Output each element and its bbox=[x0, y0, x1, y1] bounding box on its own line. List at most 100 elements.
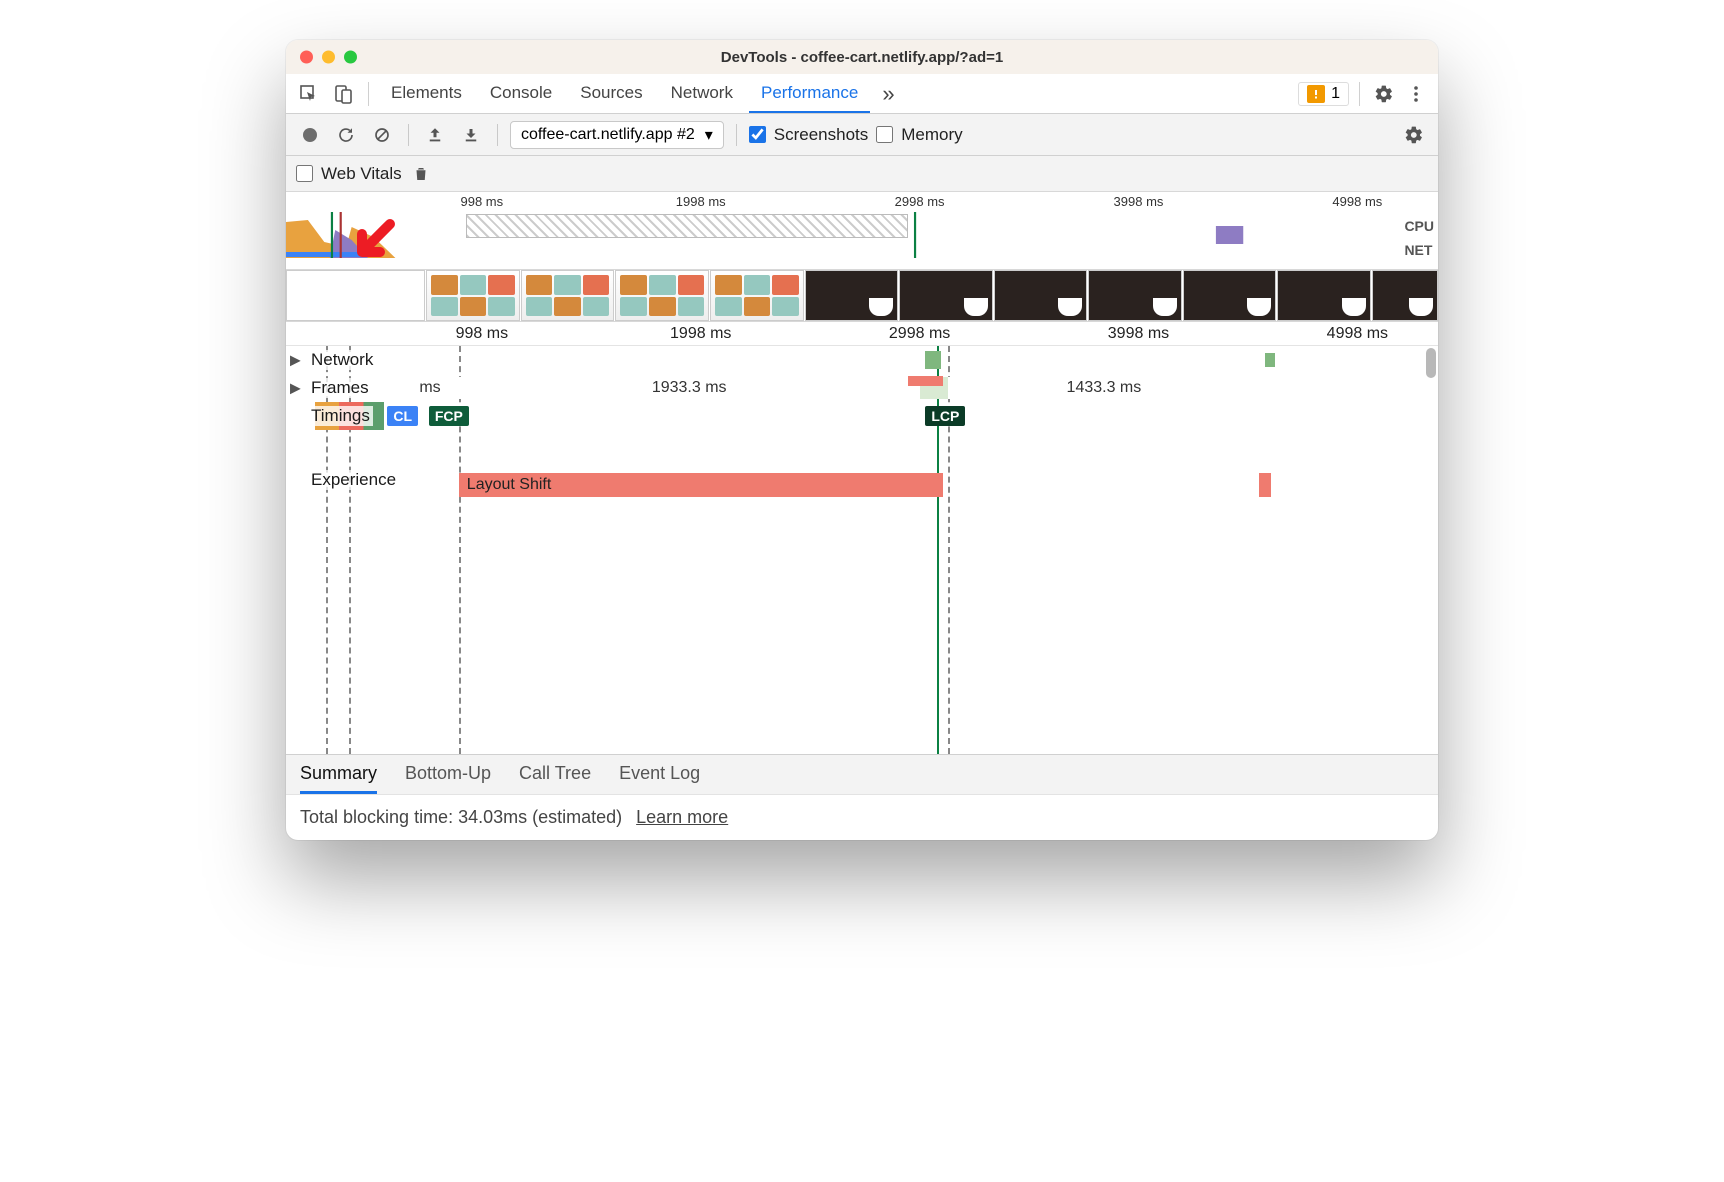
layout-shift-bar[interactable] bbox=[908, 376, 943, 386]
filmstrip-frame[interactable] bbox=[615, 270, 709, 321]
tab-network[interactable]: Network bbox=[659, 74, 745, 113]
clear-icon[interactable] bbox=[368, 121, 396, 149]
disclosure-triangle-icon[interactable]: ▶ bbox=[290, 352, 301, 369]
upload-icon[interactable] bbox=[421, 121, 449, 149]
filmstrip-frame[interactable] bbox=[1183, 270, 1277, 321]
filmstrip-frame[interactable] bbox=[994, 270, 1088, 321]
badge-cls[interactable]: CL bbox=[387, 406, 418, 426]
tab-performance[interactable]: Performance bbox=[749, 74, 870, 113]
issues-icon bbox=[1307, 85, 1325, 103]
filmstrip-frame[interactable] bbox=[426, 270, 520, 321]
dtab-event-log[interactable]: Event Log bbox=[619, 755, 700, 794]
learn-more-link[interactable]: Learn more bbox=[636, 807, 728, 828]
network-request-bar[interactable] bbox=[925, 351, 941, 369]
kebab-menu-icon[interactable] bbox=[1402, 80, 1430, 108]
annotation-arrow-icon bbox=[350, 216, 398, 264]
divider bbox=[408, 124, 409, 146]
issues-counter[interactable]: 1 bbox=[1298, 82, 1349, 106]
summary-content: Total blocking time: 34.03ms (estimated)… bbox=[286, 794, 1438, 840]
checkbox-screenshots[interactable]: Screenshots bbox=[749, 125, 869, 145]
ruler-tick: 2998 ms bbox=[889, 325, 950, 343]
disclosure-triangle-icon[interactable]: ▶ bbox=[290, 380, 301, 397]
device-toggle-icon[interactable] bbox=[328, 79, 358, 109]
performance-toolbar: coffee-cart.netlify.app #2 ▾ Screenshots… bbox=[286, 114, 1438, 156]
ruler-tick: 4998 ms bbox=[1327, 325, 1388, 343]
reload-record-icon[interactable] bbox=[332, 121, 360, 149]
memory-checkbox-input[interactable] bbox=[876, 126, 893, 143]
filmstrip-frame[interactable] bbox=[1372, 270, 1438, 321]
vertical-scrollbar[interactable] bbox=[1424, 346, 1436, 754]
filmstrip-frame[interactable] bbox=[710, 270, 804, 321]
settings-icon[interactable] bbox=[1370, 80, 1398, 108]
tab-console[interactable]: Console bbox=[478, 74, 564, 113]
screenshots-label: Screenshots bbox=[774, 125, 869, 145]
window-title: DevTools - coffee-cart.netlify.app/?ad=1 bbox=[721, 49, 1003, 66]
dtab-bottom-up[interactable]: Bottom-Up bbox=[405, 755, 491, 794]
capture-settings-icon[interactable] bbox=[1400, 121, 1428, 149]
filmstrip-frame[interactable] bbox=[286, 270, 425, 321]
dtab-call-tree[interactable]: Call Tree bbox=[519, 755, 591, 794]
more-tabs-icon[interactable]: » bbox=[874, 81, 902, 107]
trash-icon[interactable] bbox=[412, 165, 430, 183]
dtab-summary[interactable]: Summary bbox=[300, 755, 377, 794]
recording-name: coffee-cart.netlify.app #2 bbox=[521, 126, 695, 144]
frame-segment[interactable]: ms bbox=[401, 377, 459, 399]
download-icon[interactable] bbox=[457, 121, 485, 149]
track-experience[interactable]: Experience Layout Shift bbox=[286, 470, 1438, 500]
ruler-tick: 1998 ms bbox=[670, 325, 731, 343]
experience-track-label: Experience bbox=[308, 470, 399, 490]
cpu-track-label: CPU bbox=[1404, 218, 1434, 234]
tab-sources[interactable]: Sources bbox=[568, 74, 654, 113]
filmstrip-frame[interactable] bbox=[1277, 270, 1371, 321]
scroll-thumb[interactable] bbox=[1426, 348, 1436, 378]
checkbox-memory[interactable]: Memory bbox=[876, 125, 962, 145]
badge-fcp[interactable]: FCP bbox=[429, 406, 469, 426]
net-track-label: NET bbox=[1404, 242, 1434, 258]
track-network[interactable]: ▶ Network bbox=[286, 346, 1438, 374]
window-traffic-lights[interactable] bbox=[300, 51, 357, 64]
minimize-window-icon[interactable] bbox=[322, 51, 335, 64]
ruler-tick: 998 ms bbox=[456, 325, 508, 343]
layout-shift-bar[interactable] bbox=[1259, 473, 1271, 497]
tab-elements[interactable]: Elements bbox=[379, 74, 474, 113]
filmstrip-frame[interactable] bbox=[899, 270, 993, 321]
divider bbox=[1359, 82, 1360, 106]
frame-segment[interactable]: 1933.3 ms bbox=[459, 377, 920, 399]
overview-minimap[interactable]: 998 ms 1998 ms 2998 ms 3998 ms 4998 ms C… bbox=[286, 192, 1438, 270]
overview-tick: 3998 ms bbox=[1114, 194, 1164, 209]
divider bbox=[368, 82, 369, 106]
zoom-window-icon[interactable] bbox=[344, 51, 357, 64]
screenshot-filmstrip[interactable] bbox=[286, 270, 1438, 322]
flamechart-area[interactable]: ▶ Network ▶ Frames ms 1933.3 ms 1433.3 m… bbox=[286, 346, 1438, 754]
record-button-icon[interactable] bbox=[296, 121, 324, 149]
titlebar: DevTools - coffee-cart.netlify.app/?ad=1 bbox=[286, 40, 1438, 74]
panel-tab-strip: Elements Console Sources Network Perform… bbox=[286, 74, 1438, 114]
timings-track-label: Timings bbox=[308, 406, 373, 426]
total-blocking-time-text: Total blocking time: 34.03ms (estimated) bbox=[300, 807, 622, 828]
checkbox-web-vitals[interactable]: Web Vitals bbox=[296, 164, 402, 184]
layout-shift-bar[interactable]: Layout Shift bbox=[459, 473, 943, 497]
overview-tick: 4998 ms bbox=[1332, 194, 1382, 209]
layout-shift-label: Layout Shift bbox=[467, 476, 552, 494]
network-request-bar[interactable] bbox=[1265, 353, 1275, 367]
issues-count: 1 bbox=[1331, 85, 1340, 103]
filmstrip-frame[interactable] bbox=[521, 270, 615, 321]
devtools-window: DevTools - coffee-cart.netlify.app/?ad=1… bbox=[286, 40, 1438, 840]
track-timings[interactable]: Timings CL FCP LCP bbox=[286, 402, 1438, 430]
ruler-tick: 3998 ms bbox=[1108, 325, 1169, 343]
timeline-ruler[interactable]: 998 ms 1998 ms 2998 ms 3998 ms 4998 ms bbox=[286, 322, 1438, 346]
overview-selection-hatch bbox=[466, 214, 908, 238]
close-window-icon[interactable] bbox=[300, 51, 313, 64]
track-frames[interactable]: ▶ Frames ms 1933.3 ms 1433.3 ms bbox=[286, 374, 1438, 402]
filmstrip-frame[interactable] bbox=[1088, 270, 1182, 321]
overview-tick: 998 ms bbox=[461, 194, 504, 209]
inspect-element-icon[interactable] bbox=[294, 79, 324, 109]
filmstrip-frame[interactable] bbox=[805, 270, 899, 321]
recording-selector[interactable]: coffee-cart.netlify.app #2 ▾ bbox=[510, 121, 724, 149]
web-vitals-label: Web Vitals bbox=[321, 164, 402, 184]
badge-lcp[interactable]: LCP bbox=[925, 406, 965, 426]
web-vitals-checkbox-input[interactable] bbox=[296, 165, 313, 182]
frame-segment[interactable]: 1433.3 ms bbox=[948, 377, 1259, 399]
overview-tick: 2998 ms bbox=[895, 194, 945, 209]
screenshots-checkbox-input[interactable] bbox=[749, 126, 766, 143]
